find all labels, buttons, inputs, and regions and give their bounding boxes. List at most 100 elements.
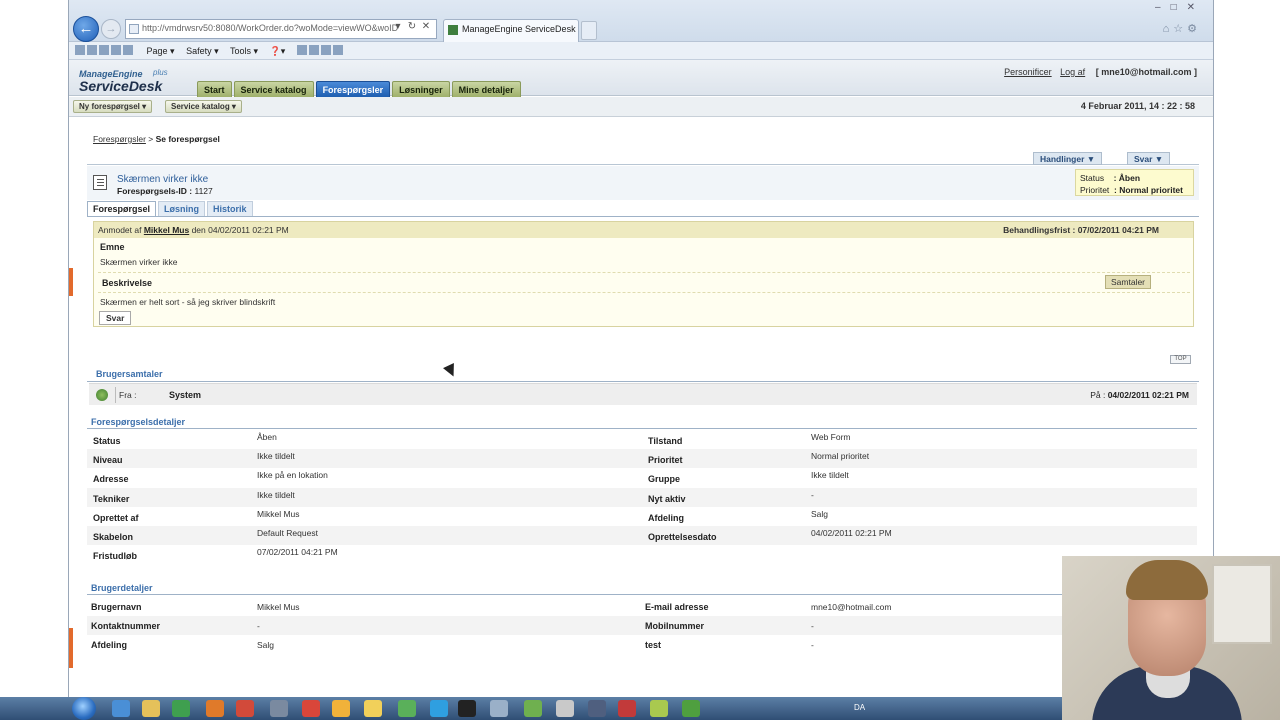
detail-label: Nyt aktiv (648, 493, 686, 504)
user-detail-value: Mikkel Mus (257, 602, 300, 612)
request-subtabs: Forespørgsel Løsning Historik (87, 201, 253, 216)
tab-solution[interactable]: Løsning (158, 201, 206, 216)
extra-toolbar-icons[interactable] (296, 45, 345, 56)
gear-icon[interactable]: ⚙ (1187, 23, 1201, 35)
skype-taskbar-icon[interactable] (430, 700, 448, 717)
servicedesk-logo[interactable]: ManageEngine ServiceDesk (79, 70, 162, 94)
service-catalog-button[interactable]: Service katalog ▾ (165, 100, 242, 113)
close-icon[interactable]: ✕ (1187, 2, 1205, 13)
app-taskbar-icon[interactable] (588, 700, 606, 717)
url-buttons: ▾ ↻ ✕ (391, 21, 433, 32)
requester-link[interactable]: Mikkel Mus (144, 225, 189, 235)
status-value: : Åben (1113, 173, 1141, 183)
app-taskbar-icon[interactable] (556, 700, 574, 717)
app-taskbar-icon[interactable] (618, 700, 636, 717)
cmd-taskbar-icon[interactable] (458, 700, 476, 717)
excel-taskbar-icon[interactable] (172, 700, 190, 717)
conversations-title[interactable]: Brugersamtaler (96, 369, 163, 379)
safety-menu[interactable]: Safety ▾ (186, 46, 219, 56)
detail-label: Fristudløb (93, 551, 137, 562)
webcam-overlay (1062, 556, 1280, 720)
breadcrumb-requests-link[interactable]: Forespørgsler (93, 134, 146, 144)
user-detail-value: - (811, 640, 814, 651)
table-row: Brugernavn Mikkel Mus E-mail adresse mne10… (87, 597, 1197, 616)
table-row: Fristudløb 07/02/2011 04:21 PM (87, 545, 1197, 564)
priority-label: Prioritet (1080, 185, 1110, 195)
table-row: Status Åben Tilstand Web Form (87, 430, 1197, 449)
dropdown-icon[interactable]: ▾ (391, 21, 405, 32)
tab-forespoergsler[interactable]: Forespørgsler (315, 81, 391, 97)
reply-button[interactable]: Svar (99, 311, 132, 325)
webcam-person-hair (1126, 560, 1208, 600)
app-taskbar-icon[interactable] (364, 700, 382, 717)
app-taskbar-icon[interactable] (524, 700, 542, 717)
new-request-button[interactable]: Ny forespørgsel ▾ (73, 100, 153, 113)
app-taskbar-icon[interactable] (490, 700, 508, 717)
browser-window: ← → http://vmdrwsrv50:8080/WorkOrder.do?… (68, 0, 1214, 697)
app-taskbar-icon[interactable] (650, 700, 668, 717)
user-detail-label: Mobilnummer (645, 621, 705, 632)
detail-label: Afdeling (648, 512, 684, 523)
refresh-icon[interactable]: ↻ (405, 21, 419, 32)
actions-dropdown[interactable]: Handlinger ▼ (1033, 152, 1103, 165)
logout-link[interactable]: Log af (1060, 67, 1085, 77)
tab-request[interactable]: Forespørgsel (87, 201, 157, 216)
expand-conversation-icon[interactable] (96, 389, 108, 401)
table-row: Kontaktnummer - Mobilnummer - (87, 616, 1197, 636)
reply-dropdown[interactable]: Svar ▼ (1127, 152, 1171, 165)
detail-value: Ikke på en lokation (257, 470, 328, 481)
language-indicator[interactable]: DA (854, 703, 865, 712)
logo-plus: plus (153, 68, 168, 77)
detail-value: Ikke tildelt (257, 489, 295, 500)
system-tray: DA (854, 703, 865, 712)
back-to-top-link[interactable]: TOP (1170, 355, 1191, 364)
active-taskbar-icon[interactable] (332, 700, 350, 717)
separator (98, 272, 1190, 273)
browser-tab[interactable]: ManageEngine ServiceDesk P... (443, 19, 579, 42)
firefox-taskbar-icon[interactable] (206, 700, 224, 717)
tab-start[interactable]: Start (197, 81, 232, 97)
app-taskbar-icon[interactable] (236, 700, 254, 717)
forward-arrow-icon[interactable]: → (101, 19, 121, 39)
minimize-icon[interactable]: – (1155, 2, 1171, 13)
user-email: [ mne10@hotmail.com ] (1095, 67, 1197, 77)
detail-value: Salg (811, 508, 829, 519)
detail-value: Ikke tildelt (257, 451, 295, 462)
ie-taskbar-icon[interactable] (112, 700, 130, 717)
request-note-icon (93, 175, 107, 190)
tab-service-katalog[interactable]: Service katalog (233, 81, 314, 97)
app-taskbar-icon[interactable] (398, 700, 416, 717)
conversations-button[interactable]: Samtaler (1105, 275, 1152, 289)
tools-menu[interactable]: Tools ▾ (230, 46, 258, 56)
home-icon[interactable]: ⌂ (1163, 23, 1174, 35)
help-menu[interactable]: ❓▾ (270, 46, 286, 56)
conversation-row[interactable]: Fra : System På : 04/02/2011 02:21 PM (89, 383, 1197, 405)
toolbar-icons[interactable] (75, 45, 135, 56)
chrome-taskbar-icon[interactable] (302, 700, 320, 717)
back-arrow-icon[interactable]: ← (73, 16, 99, 42)
tab-mine-detaljer[interactable]: Mine detaljer (451, 81, 521, 97)
request-header: Skærmen virker ikke Forespørgsels-ID : 1… (87, 166, 1199, 200)
detail-value: Web Form (811, 432, 851, 442)
stop-icon[interactable]: ✕ (419, 21, 433, 32)
desktop-left-margin (0, 0, 68, 720)
webcam-background-window (1212, 564, 1272, 644)
new-tab-button[interactable] (581, 21, 597, 40)
conversation-from-value: System (169, 390, 202, 400)
explorer-taskbar-icon[interactable] (142, 700, 160, 717)
main-tabs: Start Service katalog Forespørgsler Løsn… (197, 81, 521, 97)
app-taskbar-icon[interactable] (682, 700, 700, 717)
start-button-icon[interactable] (72, 697, 96, 720)
request-title[interactable]: Skærmen virker ikke (117, 174, 208, 185)
due-by: Behandlingsfrist : 07/02/2011 04:21 PM (1003, 225, 1159, 235)
tab-history[interactable]: Historik (207, 201, 253, 216)
star-icon[interactable]: ☆ (1173, 23, 1187, 35)
page-menu[interactable]: Page ▾ (147, 46, 175, 56)
maximize-icon[interactable]: □ (1171, 2, 1187, 13)
app-taskbar-icon[interactable] (270, 700, 288, 717)
detail-value: Mikkel Mus (257, 508, 300, 519)
command-bar: Page ▾ Safety ▾ Tools ▾ ❓▾ (69, 42, 1213, 60)
user-detail-label: Brugernavn (91, 602, 142, 612)
personalize-link[interactable]: Personificer (1004, 67, 1052, 77)
tab-loesninger[interactable]: Løsninger (392, 81, 450, 97)
